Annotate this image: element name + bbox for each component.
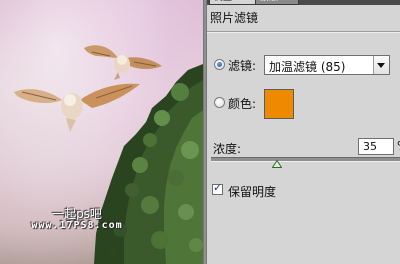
watermark-url: www.17PS8.com xyxy=(31,219,123,231)
preserve-luminosity-checkbox[interactable]: ✓ xyxy=(212,181,223,195)
radio-selected-dot xyxy=(217,62,222,67)
density-label: 浓度: xyxy=(213,142,242,156)
dropdown-arrow-icon[interactable] xyxy=(373,56,389,74)
filter-radio[interactable] xyxy=(214,59,225,70)
watermark: 一起ps吧 www.17PS8.com xyxy=(22,208,132,231)
title-divider-highlight xyxy=(207,32,400,33)
slider-thumb-icon[interactable] xyxy=(272,160,283,168)
density-input[interactable]: 35 xyxy=(358,138,394,155)
photo-canvas: 一起ps吧 www.17PS8.com xyxy=(0,0,203,264)
filter-label: 滤镜: xyxy=(228,59,257,73)
watermark-title: 一起ps吧 xyxy=(52,207,102,221)
adjustments-panel: 调整 蒙版 照片滤镜 滤镜: 加温滤镜 (85) 颜色: 浓度: 35 % ✓ … xyxy=(207,0,400,264)
owl-lower xyxy=(14,83,140,132)
color-label: 颜色: xyxy=(228,97,257,111)
owl-upper xyxy=(84,45,162,80)
tab-adjustments[interactable]: 调整 xyxy=(209,0,259,5)
panel-title: 照片滤镜 xyxy=(210,11,259,25)
density-slider[interactable] xyxy=(211,157,400,162)
check-mark-icon: ✓ xyxy=(213,181,223,194)
filter-select-value: 加温滤镜 (85) xyxy=(269,60,346,74)
color-radio[interactable] xyxy=(214,97,225,108)
tab-strip: 调整 蒙版 xyxy=(207,0,400,5)
filter-select[interactable]: 加温滤镜 (85) xyxy=(264,55,390,75)
color-swatch[interactable] xyxy=(264,89,294,119)
tab-masks[interactable]: 蒙版 xyxy=(255,0,299,5)
preserve-luminosity-label: 保留明度 xyxy=(228,185,277,199)
